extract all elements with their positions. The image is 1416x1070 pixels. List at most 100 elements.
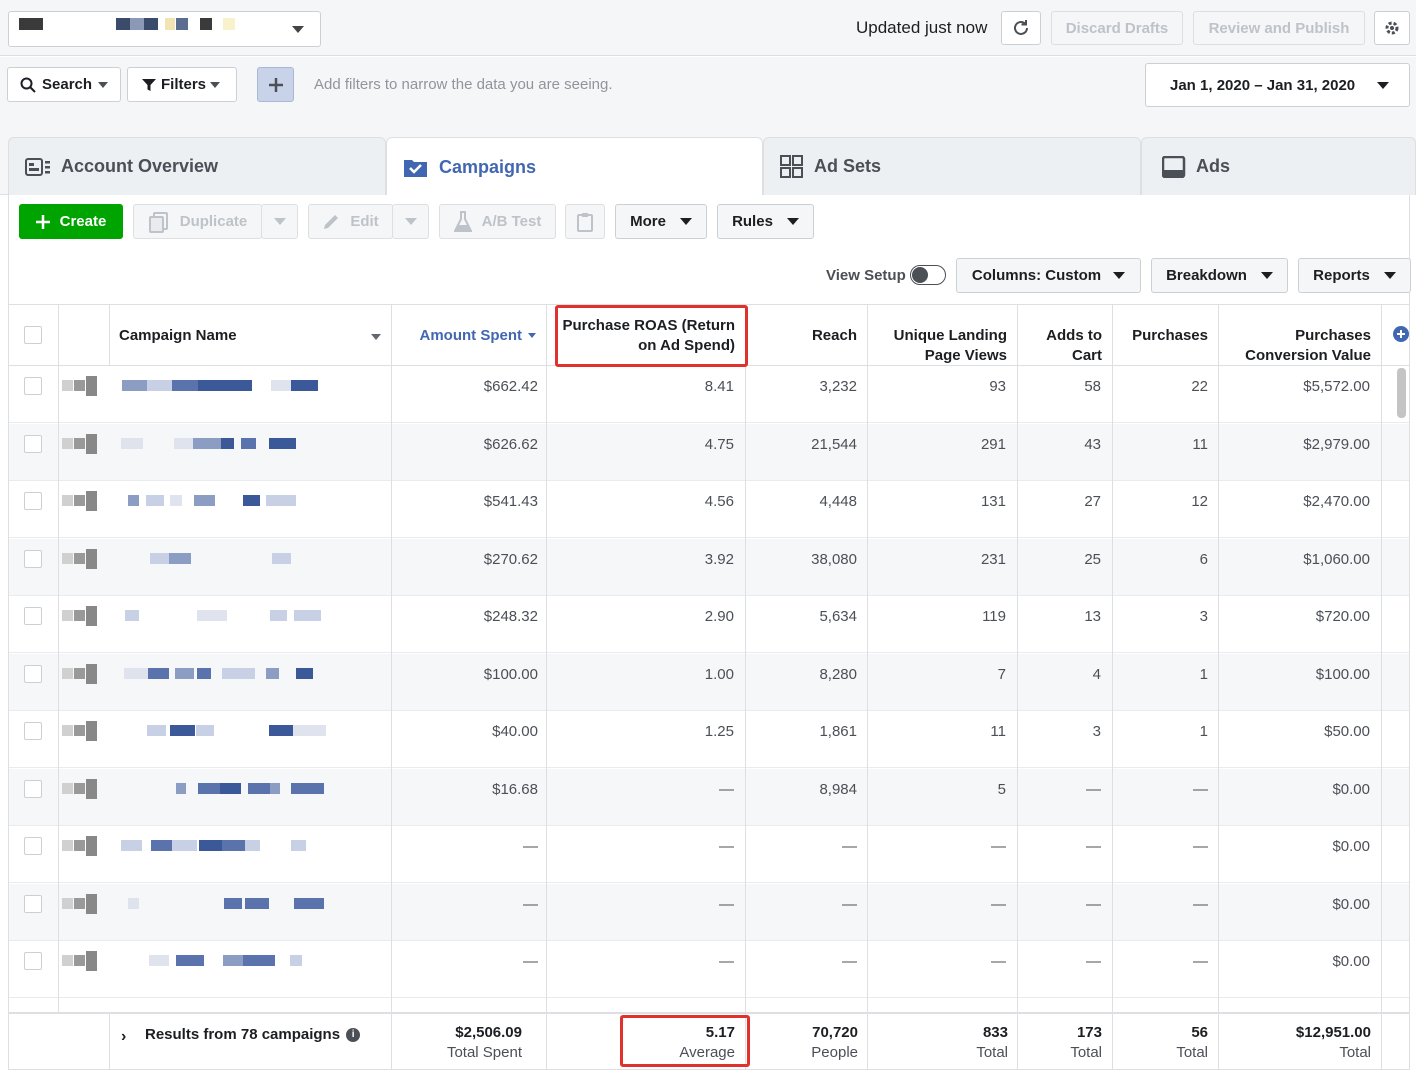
- plus-icon: [1397, 330, 1405, 338]
- redacted-campaign-name[interactable]: [61, 660, 373, 700]
- table-row[interactable]: $626.62 4.75 21,544 291 43 11 $2,979.00: [9, 423, 1409, 481]
- ab-test-button[interactable]: A/B Test: [439, 204, 556, 239]
- filter-bar: Search Filters Add filters to narrow the…: [0, 57, 1416, 113]
- row-checkbox[interactable]: [24, 722, 42, 740]
- add-filter-button[interactable]: [257, 67, 294, 102]
- table-row[interactable]: — — — — — — $0.00: [9, 883, 1409, 941]
- table-row[interactable]: — — — — — — $0.00: [9, 826, 1409, 883]
- redacted-campaign-name[interactable]: [61, 430, 373, 470]
- row-checkbox[interactable]: [24, 434, 42, 453]
- cell-purchases: —: [1193, 838, 1208, 855]
- refresh-icon: [1014, 20, 1028, 35]
- refresh-button[interactable]: [1001, 11, 1041, 45]
- table-row[interactable]: $248.32 2.90 5,634 119 13 3 $720.00: [9, 596, 1409, 653]
- duplicate-dropdown[interactable]: [261, 204, 298, 239]
- more-button[interactable]: More: [615, 204, 707, 239]
- expand-results-button[interactable]: ›: [121, 1028, 126, 1046]
- cell-value: $720.00: [1315, 608, 1370, 625]
- redacted-campaign-name[interactable]: [61, 832, 373, 872]
- header-purchases-conversion-value[interactable]: Purchases Conversion Value: [1219, 305, 1382, 366]
- row-checkbox[interactable]: [24, 779, 42, 798]
- header-unique-landing-page-views[interactable]: Unique Landing Page Views: [868, 305, 1018, 366]
- discard-drafts-button[interactable]: Discard Drafts: [1051, 11, 1183, 45]
- cell-purchases: 3: [1199, 608, 1208, 625]
- table-row[interactable]: $40.00 1.25 1,861 11 3 1 $50.00: [9, 711, 1409, 768]
- table-row[interactable]: $662.42 8.41 3,232 93 58 22 $5,572.00: [9, 366, 1409, 423]
- cell-landing: —: [991, 953, 1006, 970]
- redacted-campaign-name[interactable]: [61, 890, 373, 930]
- flask-icon: [453, 210, 472, 232]
- review-publish-button[interactable]: Review and Publish: [1193, 11, 1365, 45]
- tab-ad-sets[interactable]: Ad Sets: [763, 137, 1141, 195]
- select-all-checkbox[interactable]: [24, 326, 42, 344]
- cell-roas: —: [719, 953, 734, 970]
- top-bar: Updated just now Discard Drafts Review a…: [0, 0, 1416, 56]
- table-row[interactable]: $541.43 4.56 4,448 131 27 12 $2,470.00: [9, 481, 1409, 538]
- filter-funnel-icon: [142, 78, 156, 91]
- rules-button[interactable]: Rules: [717, 204, 814, 239]
- edit-dropdown[interactable]: [392, 204, 429, 239]
- row-checkbox[interactable]: [24, 837, 42, 855]
- roas-header-highlight: [555, 305, 748, 367]
- redacted-campaign-name[interactable]: [61, 487, 373, 527]
- info-icon[interactable]: i: [346, 1027, 361, 1042]
- clipboard-button[interactable]: [565, 204, 605, 239]
- cell-value: $1,060.00: [1303, 550, 1370, 568]
- cell-cart: 3: [1092, 723, 1101, 740]
- row-checkbox[interactable]: [24, 607, 42, 625]
- cell-spent: $16.68: [492, 780, 538, 798]
- header-purchases[interactable]: Purchases: [1113, 305, 1219, 366]
- header-label: Page Views: [924, 347, 1007, 364]
- row-checkbox[interactable]: [24, 894, 42, 913]
- cell-spent: $248.32: [483, 608, 538, 625]
- table-row[interactable]: $100.00 1.00 8,280 7 4 1 $100.00: [9, 653, 1409, 711]
- reports-button[interactable]: Reports: [1298, 258, 1411, 293]
- cell-cart: 13: [1084, 608, 1101, 625]
- total-landing-value: 833: [982, 1024, 1008, 1041]
- tab-label: Ad Sets: [814, 156, 882, 176]
- settings-button[interactable]: [1374, 11, 1410, 45]
- row-checkbox[interactable]: [24, 952, 42, 970]
- tab-account-overview[interactable]: Account Overview: [8, 137, 386, 195]
- tab-campaigns[interactable]: Campaigns: [386, 137, 763, 196]
- tab-ads[interactable]: Ads: [1141, 137, 1416, 195]
- row-checkbox[interactable]: [24, 377, 42, 395]
- columns-value: Custom: [1045, 267, 1102, 284]
- view-setup-label: View Setup: [826, 267, 906, 284]
- header-reach[interactable]: Reach: [746, 305, 868, 366]
- date-range-picker[interactable]: Jan 1, 2020 – Jan 31, 2020: [1145, 63, 1410, 107]
- edit-button[interactable]: Edit: [308, 204, 393, 239]
- breakdown-button[interactable]: Breakdown: [1151, 258, 1288, 293]
- row-checkbox[interactable]: [24, 549, 42, 568]
- header-amount-spent[interactable]: Amount Spent: [392, 305, 547, 366]
- duplicate-icon: [148, 211, 168, 233]
- redacted-campaign-name[interactable]: [61, 372, 373, 412]
- add-column-button[interactable]: [1393, 326, 1409, 342]
- header-campaign-name[interactable]: Campaign Name: [109, 305, 391, 366]
- cell-landing: 131: [980, 493, 1006, 510]
- redacted-campaign-name[interactable]: [61, 947, 373, 987]
- search-button[interactable]: Search: [7, 67, 121, 102]
- view-setup-toggle[interactable]: [910, 265, 946, 285]
- create-button[interactable]: Create: [19, 204, 123, 239]
- redacted-campaign-name[interactable]: [61, 602, 373, 642]
- header-adds-to-cart[interactable]: Adds to Cart: [1018, 305, 1113, 366]
- cell-roas: 3.92: [704, 550, 734, 568]
- duplicate-button[interactable]: Duplicate: [133, 204, 262, 239]
- table-scrollbar[interactable]: [1397, 368, 1406, 418]
- breakdown-label: Breakdown: [1166, 267, 1247, 284]
- table-row[interactable]: — — — — — — $0.00: [9, 941, 1409, 998]
- redacted-campaign-name[interactable]: [61, 775, 373, 815]
- columns-button[interactable]: Columns: Custom: [956, 258, 1141, 293]
- filters-button[interactable]: Filters: [127, 67, 237, 102]
- date-range-label: Jan 1, 2020 – Jan 31, 2020: [1170, 76, 1356, 94]
- table-row[interactable]: $270.62 3.92 38,080 231 25 6 $1,060.00: [9, 538, 1409, 596]
- redacted-campaign-name[interactable]: [61, 545, 373, 585]
- table-row[interactable]: $16.68 — 8,984 5 — — $0.00: [9, 768, 1409, 826]
- account-selector[interactable]: [8, 11, 321, 47]
- redacted-campaign-name[interactable]: [61, 717, 373, 757]
- cell-roas: 8.41: [704, 378, 734, 395]
- row-checkbox[interactable]: [24, 664, 42, 683]
- row-checkbox[interactable]: [24, 492, 42, 510]
- total-pcv-value: $12,951.00: [1295, 1024, 1371, 1041]
